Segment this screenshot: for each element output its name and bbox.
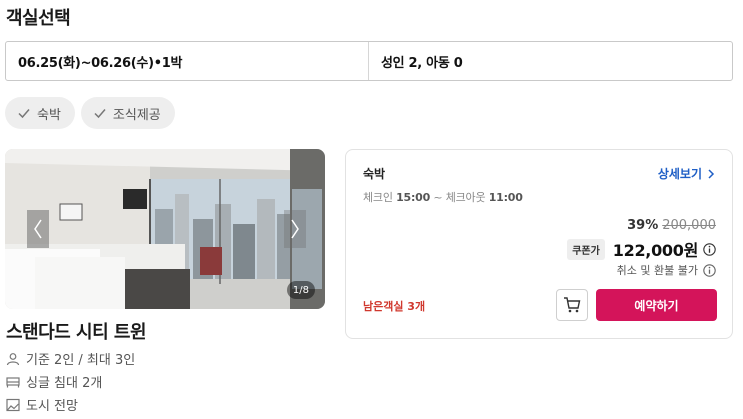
filter-chip-label: 조식제공 [112,107,161,123]
chevron-left-icon [34,219,42,239]
detail-link[interactable]: 상세보기 [658,165,716,182]
guest-selector[interactable]: 성인 2, 아동 0 [369,42,732,80]
filter-chips: 숙박 조식제공 [5,97,175,129]
sale-price: 122,000원 [612,241,699,260]
checkin-separator: ~ [433,191,443,204]
refund-policy: 취소 및 환불 불가 [617,262,716,278]
room-capacity: 기준 2인 / 최대 3인 [6,349,135,368]
photo-counter: 1/8 [286,281,315,299]
room-name: 스탠다드 시티 트윈 [6,322,147,343]
next-photo-button[interactable] [284,210,306,248]
refund-policy-text: 취소 및 환불 불가 [616,264,698,277]
date-selector[interactable]: 06.25(화)~06.26(수)•1박 [6,42,369,80]
rate-card: 숙박 상세보기 체크인 15:00 ~ 체크아웃 11:00 39% 200,0… [345,149,733,339]
person-icon [6,352,20,365]
image-icon [6,398,20,411]
detail-link-label: 상세보기 [657,167,702,181]
filter-chip-label: 숙박 [37,107,61,123]
check-icon [18,109,30,119]
info-icon[interactable] [703,263,716,277]
check-icon [94,109,106,119]
room-view-text: 도시 전망 [26,399,78,414]
info-icon[interactable] [703,242,716,256]
checkout-label: 체크아웃 [445,191,486,204]
rate-type: 숙박 [363,167,386,181]
discount-rate: 39% [627,218,659,233]
room-photo[interactable]: 1/8 [5,149,325,309]
checkin-time: 15:00 [396,191,431,204]
add-to-cart-button[interactable] [556,289,588,321]
checkin-checkout: 체크인 15:00 ~ 체크아웃 11:00 [363,189,523,205]
room-bed-text: 싱글 침대 2개 [26,376,103,391]
bed-icon [6,376,20,387]
checkout-time: 11:00 [488,191,523,204]
discount-row: 39% 200,000 [627,218,716,233]
cart-icon [564,297,581,313]
filter-chip-breakfast[interactable]: 조식제공 [80,97,175,129]
checkin-label: 체크인 [363,191,393,204]
prev-photo-button[interactable] [27,210,49,248]
filter-chip-lodging[interactable]: 숙박 [5,97,75,129]
page-title: 객실선택 [6,8,71,29]
chevron-right-icon [708,168,715,179]
price-row: 쿠폰가 122,000원 [567,237,716,261]
remaining-rooms: 남은객실 3개 [363,300,426,313]
room-photo-image [5,149,325,309]
original-price: 200,000 [662,218,716,233]
chevron-right-icon [291,219,299,239]
room-bed: 싱글 침대 2개 [6,372,102,391]
room-capacity-text: 기준 2인 / 최대 3인 [26,353,136,368]
search-bar: 06.25(화)~06.26(수)•1박 성인 2, 아동 0 [5,41,733,81]
room-view: 도시 전망 [6,395,78,414]
coupon-badge: 쿠폰가 [567,238,605,260]
reserve-button[interactable]: 예약하기 [596,289,717,321]
